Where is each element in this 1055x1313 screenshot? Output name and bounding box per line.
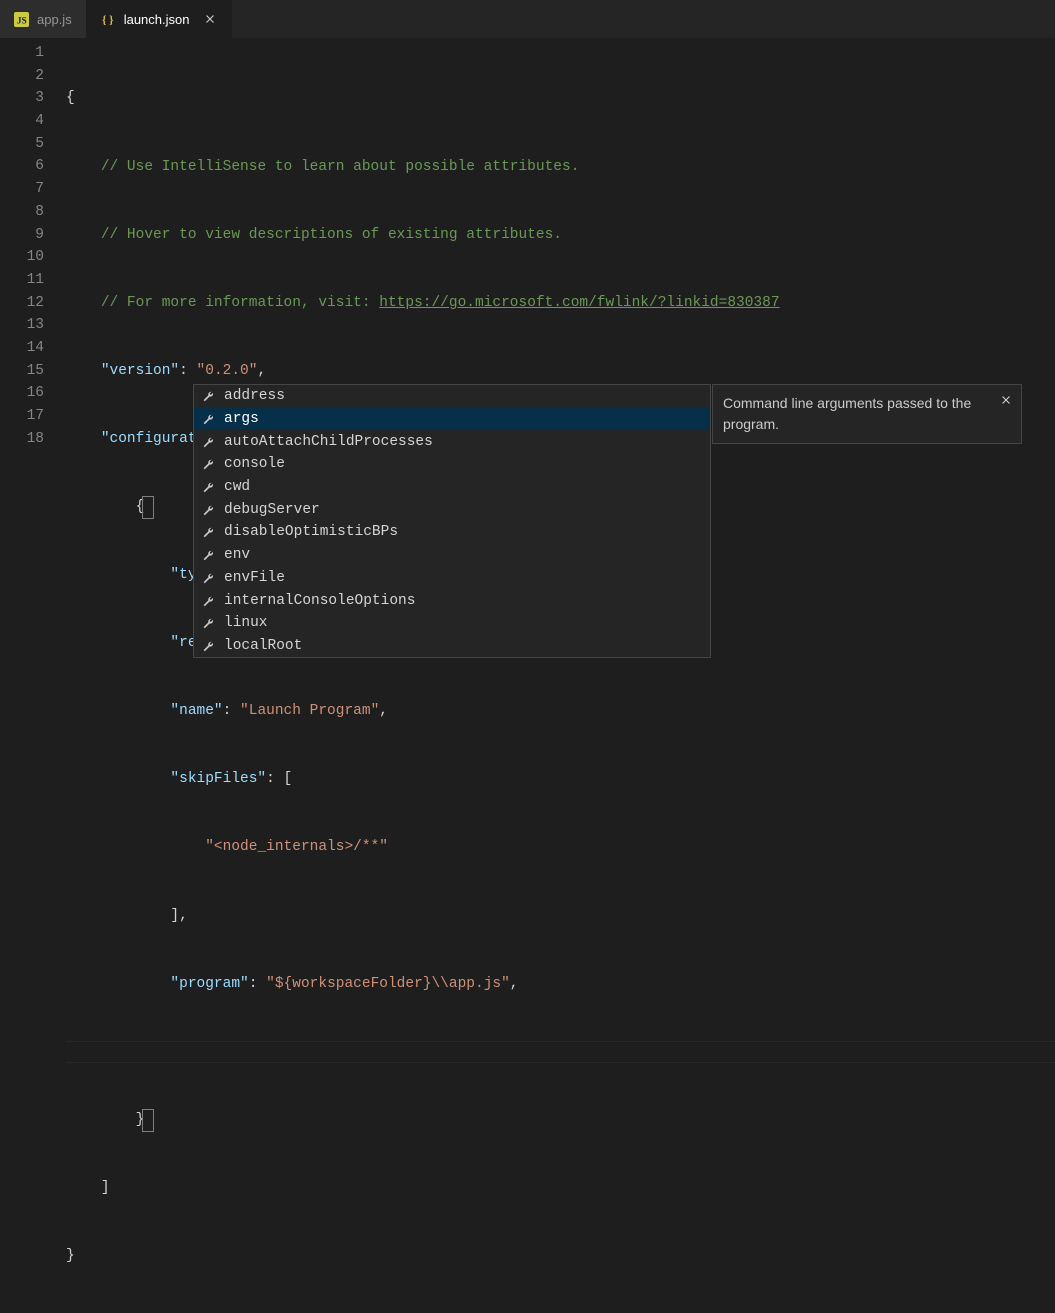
tab-label: launch.json [124, 12, 190, 27]
comma: , [257, 363, 266, 379]
bracket-match-highlight [142, 1109, 154, 1132]
line-number-gutter: 1 2 3 4 5 6 7 8 9 10 11 12 13 14 15 16 1… [0, 42, 66, 1313]
suggest-item-label: debugServer [224, 502, 320, 518]
suggest-item-label: address [224, 388, 285, 404]
json-key: "version" [101, 363, 179, 379]
tab-launch-json[interactable]: { } launch.json [87, 0, 233, 38]
colon: : [249, 976, 258, 992]
svg-text:JS: JS [17, 16, 27, 26]
suggest-item[interactable]: address [194, 385, 710, 408]
brace: { [66, 90, 75, 106]
code-body[interactable]: { // Use IntelliSense to learn about pos… [66, 42, 1055, 1313]
colon: : [266, 771, 275, 787]
suggest-item[interactable]: cwd [194, 476, 710, 499]
line-number: 17 [0, 405, 44, 428]
json-string: "0.2.0" [197, 363, 258, 379]
close-icon[interactable] [203, 12, 217, 26]
suggest-item[interactable]: console [194, 453, 710, 476]
line-number: 1 [0, 42, 44, 65]
suggest-item[interactable]: linux [194, 612, 710, 635]
colon: : [179, 363, 188, 379]
suggest-item[interactable]: args [194, 408, 710, 431]
suggest-item-label: linux [224, 615, 268, 631]
json-string: "Launch Program" [240, 703, 379, 719]
suggest-item[interactable]: disableOptimisticBPs [194, 521, 710, 544]
current-line-highlight [66, 1041, 1055, 1064]
comment: // Use IntelliSense to learn about possi… [101, 159, 580, 175]
wrench-icon [200, 503, 216, 517]
line-number: 5 [0, 133, 44, 156]
suggest-item-label: localRoot [224, 638, 302, 654]
comma: , [179, 908, 188, 924]
line-number: 18 [0, 428, 44, 451]
suggest-item-label: autoAttachChildProcesses [224, 434, 433, 450]
wrench-icon [200, 480, 216, 494]
wrench-icon [200, 457, 216, 471]
suggest-item-label: internalConsoleOptions [224, 593, 415, 609]
line-number: 15 [0, 360, 44, 383]
json-key: "program" [170, 976, 248, 992]
bracket: ] [170, 908, 179, 924]
suggest-item-label: cwd [224, 479, 250, 495]
code-editor[interactable]: 1 2 3 4 5 6 7 8 9 10 11 12 13 14 15 16 1… [0, 38, 1055, 1313]
line-number: 6 [0, 155, 44, 178]
line-number: 13 [0, 314, 44, 337]
suggest-item[interactable]: localRoot [194, 635, 710, 658]
json-key: "skipFiles" [170, 771, 266, 787]
line-number: 12 [0, 292, 44, 315]
line-number: 4 [0, 110, 44, 133]
wrench-icon [200, 548, 216, 562]
bracket: [ [284, 771, 293, 787]
bracket: ] [101, 1180, 110, 1196]
intellisense-detail-text: Command line arguments passed to the pro… [723, 395, 971, 432]
intellisense-detail-widget: Command line arguments passed to the pro… [712, 384, 1022, 444]
svg-text:{ }: { } [102, 14, 114, 26]
suggest-item[interactable]: internalConsoleOptions [194, 589, 710, 612]
close-icon[interactable] [999, 391, 1013, 415]
suggest-item[interactable]: env [194, 544, 710, 567]
intellisense-suggest-widget[interactable]: address args autoAttachChildProcesses conso… [193, 384, 711, 658]
wrench-icon [200, 616, 216, 630]
suggest-item-label: args [224, 411, 259, 427]
json-key: "name" [170, 703, 222, 719]
editor-tabs-bar: JS app.js { } launch.json [0, 0, 1055, 38]
line-number: 8 [0, 201, 44, 224]
suggest-item[interactable]: envFile [194, 567, 710, 590]
comma: , [379, 703, 388, 719]
suggest-item-label: console [224, 456, 285, 472]
js-file-icon: JS [14, 12, 29, 27]
line-number: 3 [0, 87, 44, 110]
wrench-icon [200, 412, 216, 426]
line-number: 10 [0, 246, 44, 269]
suggest-item-label: env [224, 547, 250, 563]
json-string: "${workspaceFolder}\\app.js" [266, 976, 510, 992]
suggest-item[interactable]: autoAttachChildProcesses [194, 430, 710, 453]
comment-url-link[interactable]: https://go.microsoft.com/fwlink/?linkid=… [379, 295, 779, 311]
wrench-icon [200, 525, 216, 539]
suggest-item[interactable]: debugServer [194, 498, 710, 521]
json-string: "<node_internals>/**" [205, 839, 388, 855]
wrench-icon [200, 594, 216, 608]
comment: // For more information, visit: [101, 295, 379, 311]
bracket-match-highlight [142, 496, 154, 519]
line-number: 11 [0, 269, 44, 292]
wrench-icon [200, 571, 216, 585]
json-braces-icon: { } [101, 12, 116, 27]
suggest-item-label: disableOptimisticBPs [224, 524, 398, 540]
comment: // Hover to view descriptions of existin… [101, 227, 562, 243]
comma: , [510, 976, 519, 992]
line-number: 16 [0, 382, 44, 405]
suggest-item-label: envFile [224, 570, 285, 586]
brace: } [66, 1248, 75, 1264]
tab-app-js[interactable]: JS app.js [0, 0, 87, 38]
wrench-icon [200, 389, 216, 403]
wrench-icon [200, 639, 216, 653]
line-number: 9 [0, 224, 44, 247]
tab-label: app.js [37, 12, 72, 27]
line-number: 14 [0, 337, 44, 360]
line-number: 2 [0, 65, 44, 88]
line-number: 7 [0, 178, 44, 201]
wrench-icon [200, 435, 216, 449]
colon: : [223, 703, 232, 719]
